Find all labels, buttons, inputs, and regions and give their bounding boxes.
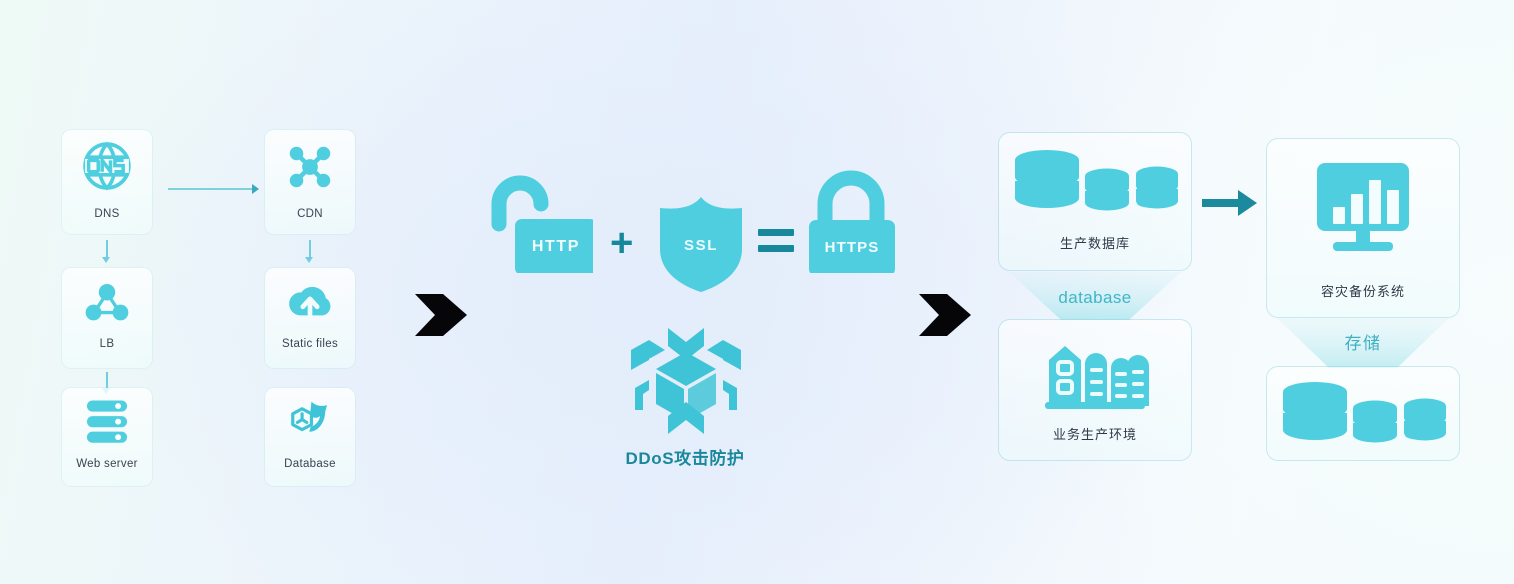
connector-label-storage: 存储 <box>1344 334 1382 353</box>
card-disaster-recovery[interactable]: 容灾备份系统 <box>1267 139 1459 317</box>
connector-cdn-static <box>309 240 311 258</box>
equals-sign-wrap <box>758 228 794 259</box>
http-label: HTTP <box>531 238 581 255</box>
card-label-business-production-env: 业务生产环境 <box>1052 427 1137 442</box>
connector-dns-lb-arrow <box>102 257 110 263</box>
database-cylinders-icon-extra <box>1132 149 1182 220</box>
closed-padlock-icon: HTTPS <box>805 168 897 276</box>
card-label-disaster-recovery: 容灾备份系统 <box>1320 284 1405 299</box>
buildings-icon-tower <box>1123 354 1153 417</box>
shield-icon: SSL <box>657 195 745 293</box>
connector-dns-lb <box>106 240 108 258</box>
open-padlock-icon: HTTP <box>483 168 597 275</box>
card-label-web-server: Web server <box>76 458 138 470</box>
mysql-dolphin-icon <box>287 397 333 450</box>
card-label-static-files: Static files <box>281 338 338 350</box>
card-cdn[interactable]: CDN <box>265 130 355 234</box>
chevron-right-icon-right <box>917 291 973 344</box>
card-production-database[interactable]: 生产数据库 <box>999 133 1191 270</box>
card-label-database: Database <box>284 458 336 470</box>
ddos-cube-shield-icon <box>627 324 745 438</box>
database-cylinders-icon-storage-extra <box>1400 381 1450 452</box>
https-label: HTTPS <box>824 239 880 256</box>
connector-cdn-static-arrow <box>305 257 313 263</box>
card-storage-databases[interactable] <box>1267 367 1459 460</box>
connector-lb-webserver <box>106 372 108 389</box>
card-dns[interactable]: DNS <box>62 130 152 234</box>
dns-globe-icon <box>79 138 135 199</box>
diagram-canvas: DNS LB Web server CDN Static files Datab… <box>0 0 1514 584</box>
ddos-label: DDoS攻击防护 <box>625 449 745 468</box>
connector-dns-cdn-arrow <box>252 184 259 194</box>
monitor-chart-icon <box>1313 161 1413 260</box>
cdn-network-icon <box>286 143 334 196</box>
card-label-cdn: CDN <box>297 208 323 220</box>
arrow-right-icon <box>1202 188 1258 223</box>
card-static-files[interactable]: Static files <box>265 268 355 368</box>
chevron-right-icon-left <box>413 291 469 344</box>
cloud-upload-icon <box>287 278 333 329</box>
card-business-production-env[interactable]: 业务生产环境 <box>999 320 1191 460</box>
load-balancer-icon <box>83 278 131 331</box>
ssl-label: SSL <box>684 237 718 254</box>
card-label-dns: DNS <box>94 208 120 220</box>
connector-dns-cdn <box>168 188 253 190</box>
plus-sign: + <box>610 221 634 265</box>
card-label-production-database: 生产数据库 <box>1059 236 1130 251</box>
card-web-server[interactable]: Web server <box>62 388 152 486</box>
card-lb[interactable]: LB <box>62 268 152 368</box>
card-database[interactable]: Database <box>265 388 355 486</box>
card-label-lb: LB <box>99 338 115 350</box>
web-server-rack-icon <box>86 399 128 450</box>
connector-label-database: database <box>1058 288 1132 307</box>
